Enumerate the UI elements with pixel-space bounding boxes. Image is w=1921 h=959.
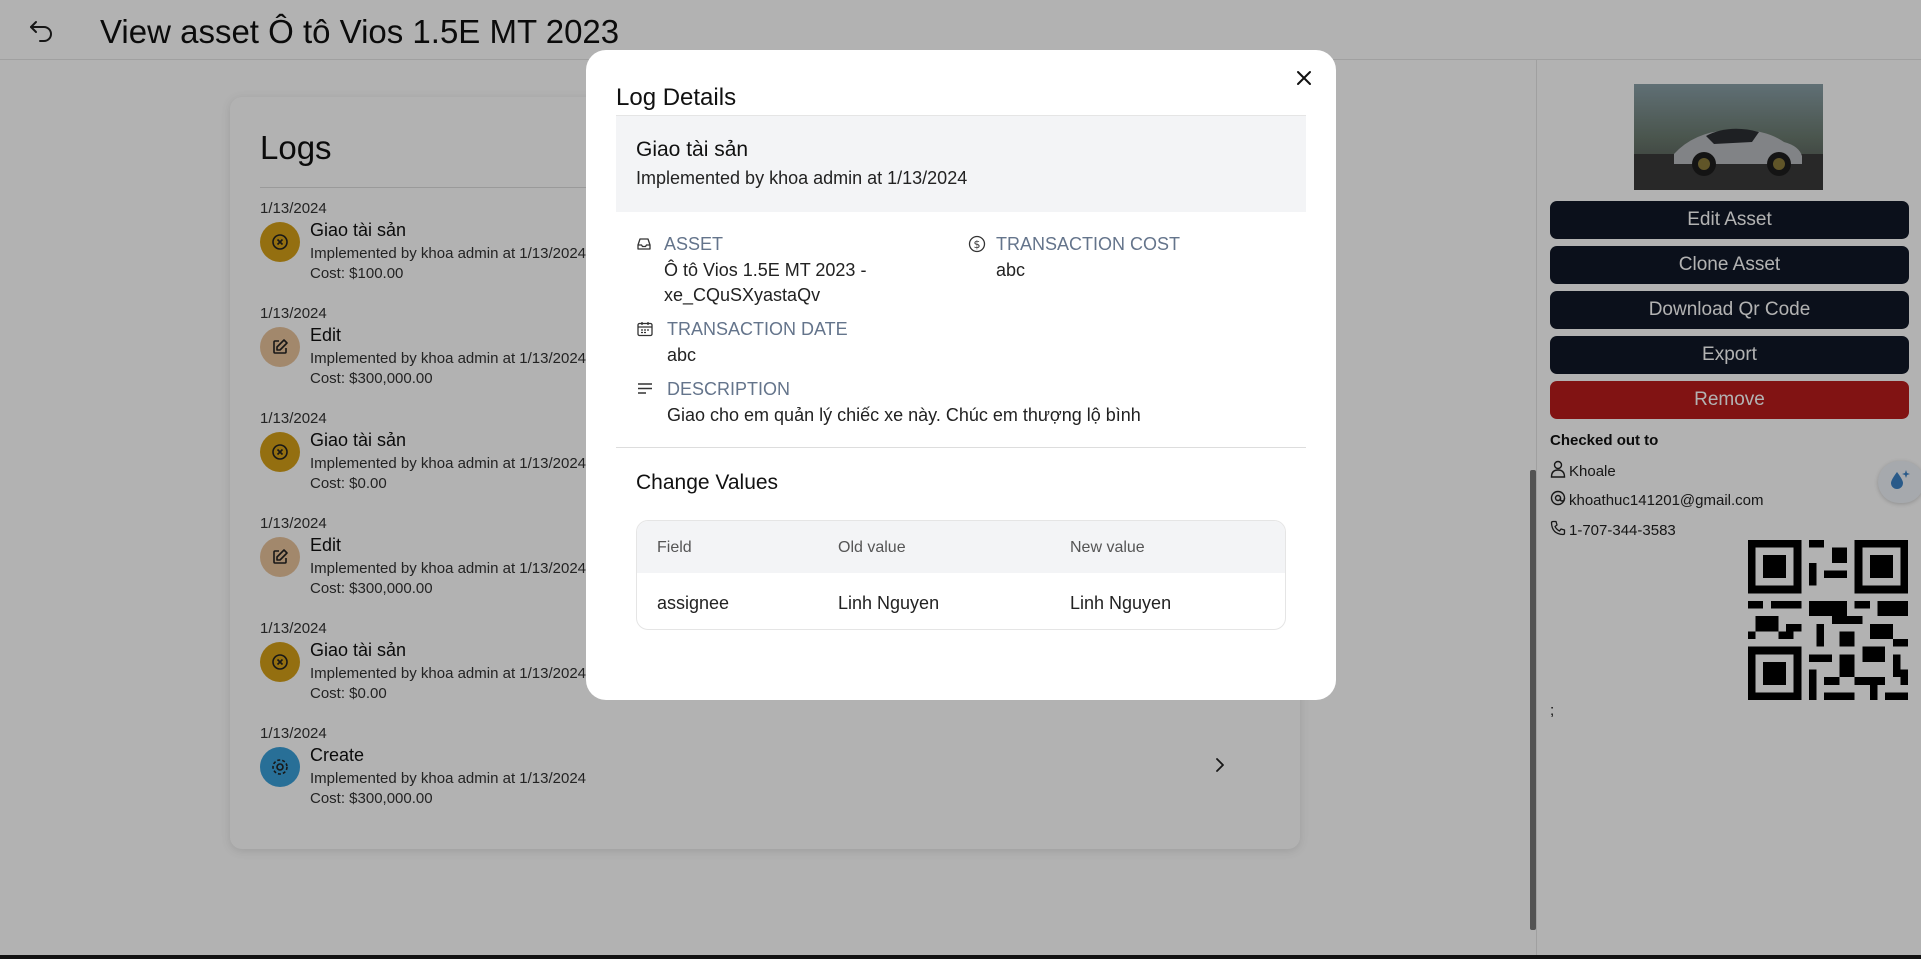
log-details-modal: Log Details Giao tài sản Implemented by …: [586, 50, 1336, 700]
dollar-icon: $: [968, 235, 986, 253]
field-label: ASSET: [664, 234, 724, 254]
divider: [616, 447, 1306, 448]
summary-title: Giao tài sản: [636, 138, 749, 161]
field-value: Giao cho em quản lý chiếc xe này. Chúc e…: [667, 405, 1141, 425]
field-value: abc: [667, 345, 697, 365]
change-values-title: Change Values: [636, 471, 779, 494]
log-summary: Giao tài sản Implemented by khoa admin a…: [616, 116, 1306, 212]
calendar-icon: [636, 320, 654, 338]
table-header: Field Old value New value: [637, 521, 1285, 573]
field-value: abc: [996, 260, 1026, 280]
field-label: TRANSACTION DATE: [667, 319, 848, 339]
field-label: TRANSACTION COST: [996, 234, 1181, 254]
field-label: DESCRIPTION: [667, 379, 791, 399]
asset-field: ASSET Ô tô Vios 1.5E MT 2023 - xe_CQuSXy…: [636, 234, 956, 305]
table-cell: assignee: [657, 593, 730, 613]
transaction-date-field: TRANSACTION DATE abc: [636, 319, 956, 369]
table-cell: Linh Nguyen: [838, 593, 940, 613]
modal-title: Log Details: [616, 84, 737, 111]
field-value: Ô tô Vios 1.5E MT 2023 - xe_CQuSXyastaQv: [664, 260, 867, 305]
column-header: New value: [1070, 539, 1145, 556]
change-values-table: Field Old value New value assignee Linh …: [636, 520, 1286, 630]
bottom-bar: [0, 955, 1921, 959]
column-header: Field: [657, 539, 692, 556]
column-header: Old value: [838, 539, 906, 556]
svg-text:$: $: [974, 238, 981, 251]
description-field: DESCRIPTION Giao cho em quản lý chiếc xe…: [636, 379, 1286, 429]
transaction-cost-field: $ TRANSACTION COST abc: [968, 234, 1288, 284]
text-lines-icon: [636, 380, 654, 398]
close-icon[interactable]: [1294, 68, 1314, 88]
inbox-icon: [636, 236, 654, 254]
summary-implemented: Implemented by khoa admin at 1/13/2024: [636, 168, 968, 188]
table-cell: Linh Nguyen: [1070, 593, 1172, 613]
